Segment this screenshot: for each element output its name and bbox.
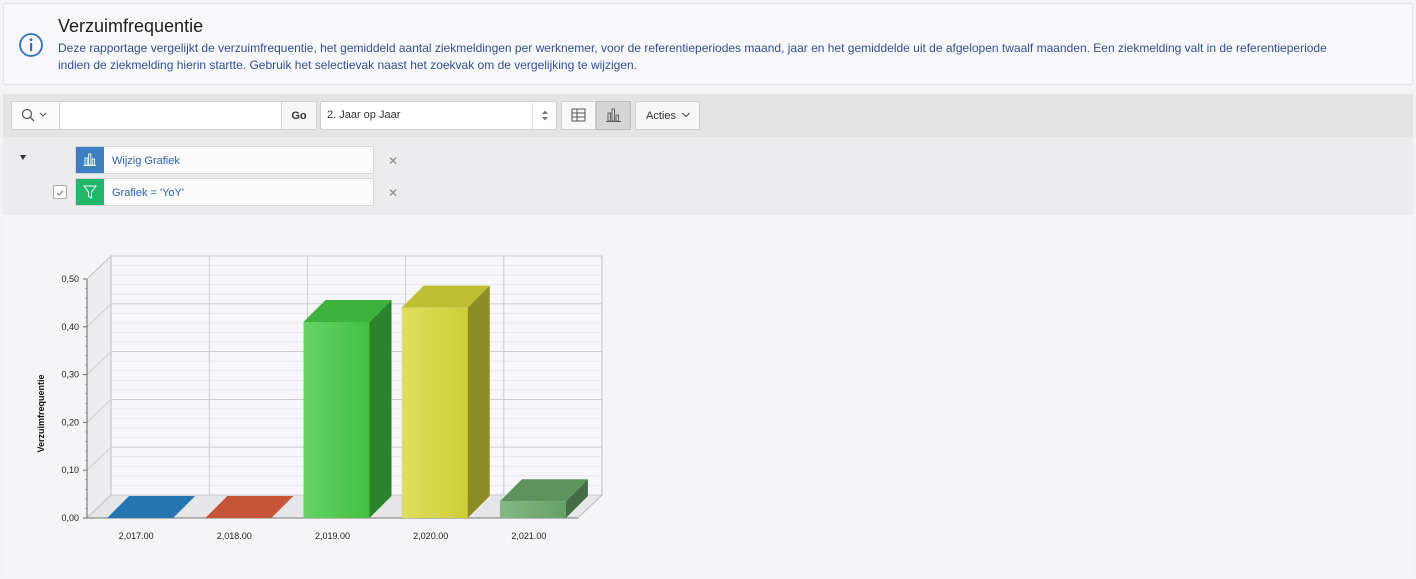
bar-front bbox=[499, 501, 566, 518]
x-tick-label: 2,021.00 bbox=[511, 531, 546, 541]
search-icon bbox=[21, 108, 47, 122]
comparison-select-value: 2. Jaar op Jaar bbox=[327, 109, 401, 121]
page-title: Verzuimfrequentie bbox=[58, 16, 204, 36]
y-tick-label: 0,50 bbox=[61, 274, 79, 284]
collapse-settings-toggle[interactable] bbox=[20, 155, 26, 160]
table-icon bbox=[571, 108, 586, 122]
comparison-select[interactable]: 2. Jaar op Jaar bbox=[320, 101, 557, 130]
actions-label: Acties bbox=[646, 109, 676, 122]
bar-front bbox=[303, 322, 370, 518]
bar-chart-icon bbox=[606, 108, 621, 122]
search-group: Go bbox=[11, 101, 317, 130]
bar-2,019.00 bbox=[303, 300, 392, 518]
remove-chart-setting-icon[interactable]: ✕ bbox=[387, 155, 399, 167]
y-axis-label: Verzuimfrequentie bbox=[36, 374, 46, 452]
bar-chart-icon bbox=[76, 147, 104, 173]
remove-filter-icon[interactable]: ✕ bbox=[387, 187, 399, 199]
filter-enabled-checkbox[interactable] bbox=[53, 185, 67, 199]
y-tick-label: 0,20 bbox=[61, 417, 79, 427]
info-icon bbox=[19, 33, 43, 57]
view-chart-button[interactable] bbox=[596, 101, 631, 130]
x-tick-label: 2,020.00 bbox=[413, 531, 448, 541]
x-tick-label: 2,019.00 bbox=[315, 531, 350, 541]
y-tick-label: 0,40 bbox=[61, 322, 79, 332]
y-tick-label: 0,30 bbox=[61, 370, 79, 380]
search-column-menu[interactable] bbox=[12, 102, 60, 129]
settings-chip-chart-label: Wijzig Grafiek bbox=[112, 155, 180, 167]
chevron-down-icon bbox=[682, 112, 690, 117]
bar-side bbox=[467, 285, 490, 518]
go-button[interactable]: Go bbox=[281, 102, 316, 129]
y-tick-label: 0,00 bbox=[61, 513, 79, 523]
chart-region: 0,00 0,10 0,20 0,30 0,40 0,50 2,017.00 2,018.00… bbox=[3, 215, 1413, 576]
chart-side-wall bbox=[86, 254, 112, 520]
bar-side bbox=[369, 300, 392, 518]
bar-2,020.00 bbox=[401, 285, 490, 518]
y-tick-label: 0,10 bbox=[61, 465, 79, 475]
search-input[interactable] bbox=[61, 102, 281, 129]
view-report-button[interactable] bbox=[561, 101, 596, 130]
bar-chart: 0,00 0,10 0,20 0,30 0,40 0,50 2,017.00 2,018.00… bbox=[36, 254, 604, 541]
settings-chip-chart[interactable]: Wijzig Grafiek bbox=[75, 146, 374, 174]
filter-chip[interactable]: Grafiek = 'YoY' bbox=[75, 178, 374, 206]
report-settings: Wijzig Grafiek ✕ Grafiek = 'YoY' ✕ bbox=[3, 137, 1413, 215]
actions-menu-button[interactable]: Acties bbox=[635, 101, 700, 130]
check-icon bbox=[56, 190, 64, 196]
filter-icon bbox=[76, 179, 104, 205]
x-tick-label: 2,018.00 bbox=[217, 531, 252, 541]
select-arrows-icon bbox=[532, 102, 556, 129]
filter-chip-label: Grafiek = 'YoY' bbox=[112, 187, 184, 199]
x-tick-label: 2,017.00 bbox=[119, 531, 154, 541]
bar-front bbox=[401, 307, 468, 518]
report-toolbar: Go 2. Jaar op Jaar Acties bbox=[3, 94, 1413, 137]
info-region: Verzuimfrequentie Deze rapportage vergel… bbox=[3, 3, 1413, 85]
info-description: Deze rapportage vergelijkt de verzuimfre… bbox=[58, 41, 1327, 72]
